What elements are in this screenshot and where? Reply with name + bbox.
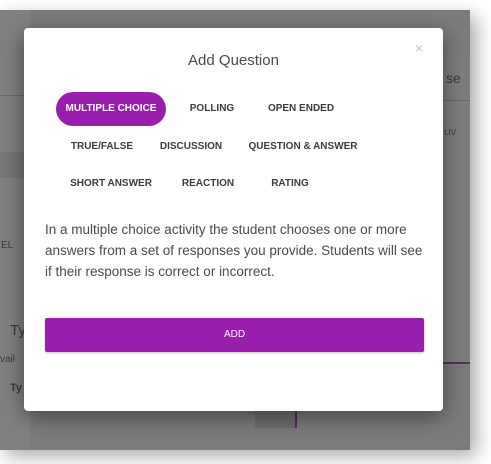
background-label: EL (1, 240, 14, 251)
background-strip (255, 410, 295, 428)
question-type-discussion[interactable]: DISCUSSION (156, 130, 226, 164)
background-label: se (446, 70, 461, 86)
background-label: vail (0, 354, 16, 365)
screen: EL Ty vail Ty se LIV Add Question × MULT… (0, 0, 491, 464)
question-type-question-and-answer[interactable]: QUESTION & ANSWER (240, 130, 366, 164)
background-divider (295, 410, 297, 428)
question-type-open-ended[interactable]: OPEN ENDED (260, 92, 342, 126)
question-type-polling[interactable]: POLLING (180, 92, 244, 126)
question-type-true-false[interactable]: TRUE/FALSE (62, 130, 142, 164)
question-type-description: In a multiple choice activity the studen… (45, 222, 423, 279)
question-type-rating[interactable]: RATING (260, 167, 320, 201)
background-label: Ty (10, 382, 23, 394)
add-button[interactable]: ADD (45, 318, 424, 352)
dialog-title: Add Question (188, 52, 279, 69)
add-question-dialog: Add Question × MULTIPLE CHOICE POLLING O… (24, 28, 443, 411)
question-type-short-answer[interactable]: SHORT ANSWER (62, 167, 160, 201)
question-type-reaction[interactable]: REACTION (174, 167, 242, 201)
close-icon[interactable]: × (413, 41, 425, 55)
question-type-multiple-choice[interactable]: MULTIPLE CHOICE (56, 92, 166, 126)
background-label: LIV (444, 128, 457, 137)
